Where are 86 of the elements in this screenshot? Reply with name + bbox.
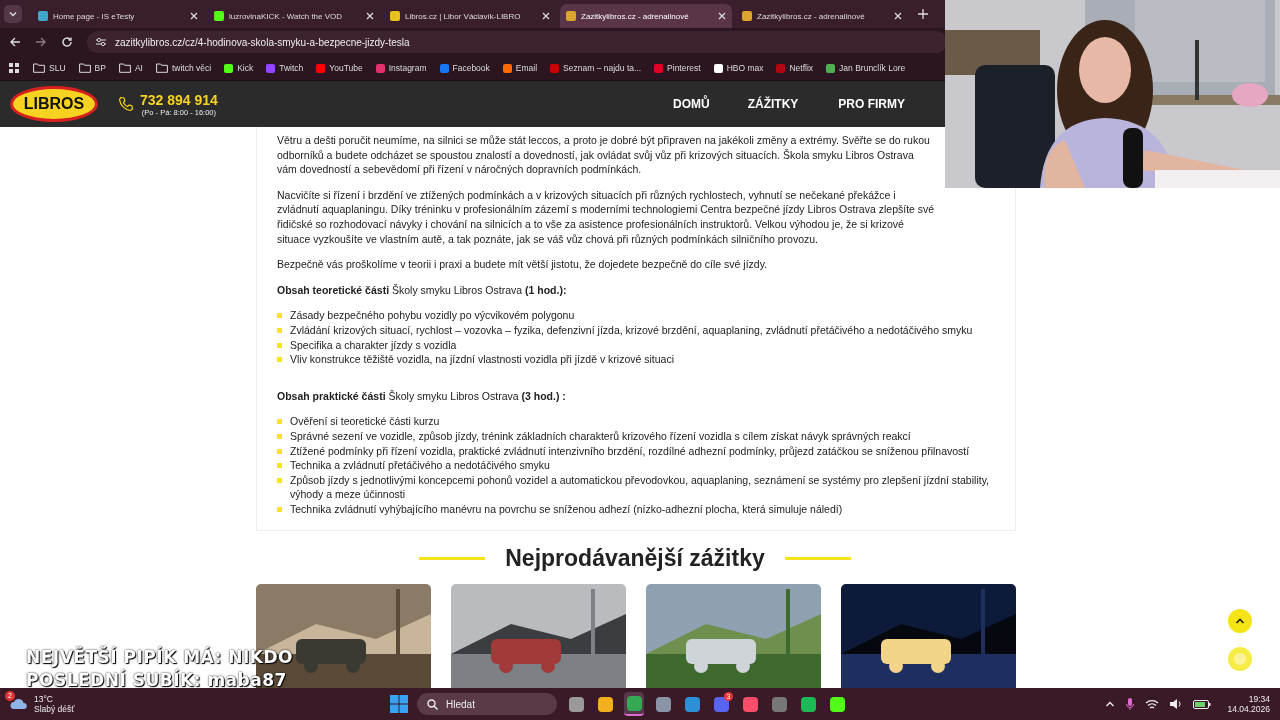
scroll-top-button[interactable]: [1228, 609, 1252, 633]
tab-list-button[interactable]: [4, 5, 22, 23]
close-icon[interactable]: [366, 12, 374, 20]
wifi-icon[interactable]: [1145, 698, 1160, 710]
paragraph: Nacvičíte si řízení i brzdění ve ztížených podmínkách a v krizových situacích při různých rychlostech, vyhnutí se nečekané překážce i zvládnutí aquaplaningu. Díky tréninku v profesionálním zázemí s moderními technologiemi Centra bezpečné jízdy Libros Ostrava zlepšíte své řidičské so rozhodovací návyky i chování na silnicích a to vše za asistence profesionálních instruktorů. Velkou výhodou je, že si krizové situace vyzkoušíte ve vlastním autě, a tak poznáte, jak se váš vůz chová při různých podmínkách silničního provozu.: [277, 187, 936, 247]
list-item: Vliv konstrukce těžiště vozidla, na jízdní vlastnosti vozidla při jízdě v krizové situaci: [290, 352, 674, 367]
phone-number[interactable]: 732 894 914: [140, 91, 218, 108]
new-tab-icon[interactable]: [918, 9, 928, 19]
bookmark[interactable]: AI: [118, 63, 143, 73]
browser-tab[interactable]: Home page - IS eTesty: [32, 4, 204, 28]
list-item: Správné sezení ve vozidle, způsob jízdy, trénink základních charakterů krizového řízení vozidla s cílem získat návyk správných reakcí: [290, 428, 911, 444]
paragraph: Větru a dešti poručit neumíme, na silnici se může stát leccos, a proto je dobré být připraven na jakékoli změny a extrémy. Svěřte se do rukou odborníků a budete odcházet se spoustou znalostí a dovedností, jak ovládat svůj vůz při krizových situacích. Škola smyku Libros Ostrava vám dovedností a sebevědomí při řízení v náročných dopravních podmínkách.: [277, 133, 931, 177]
bookmark[interactable]: YouTube: [316, 63, 363, 73]
caret-icon: [8, 9, 18, 19]
bullet-icon: [277, 448, 282, 454]
back-icon[interactable]: [9, 36, 21, 48]
tune-icon[interactable]: [95, 36, 107, 48]
paragraph: Bezpečně vás proškolíme v teorii i praxi a budete mít větší jistotu, že dojedete bezpečně do cíle své jízdy.: [277, 257, 769, 272]
bookmark[interactable]: Kick: [224, 63, 254, 73]
search-field[interactable]: Hledat: [417, 693, 557, 715]
bullet-icon: [277, 477, 282, 483]
reload-icon[interactable]: [61, 36, 73, 48]
bookmark[interactable]: SLU: [33, 63, 66, 73]
bookmark[interactable]: Email: [502, 63, 538, 73]
bullet-icon: [277, 463, 282, 469]
list-item: Zvládání krizových situací, rychlost – vozovka – fyzika, defenzivní jízda, krizové brzdění, aquaplaning, zvládnutí přetáčivého a nedotáčivého smyku: [290, 322, 973, 338]
bullet-icon: [277, 357, 282, 363]
close-icon[interactable]: [718, 12, 726, 20]
microphone-icon[interactable]: [1125, 697, 1136, 711]
section-heading: Obsah teoretické části Školy smyku Libros Ostrava (1 hod.):: [277, 282, 568, 298]
browser-tab[interactable]: luzrovinaKICK - Watch the VOD: [208, 4, 380, 28]
volume-icon[interactable]: [1169, 698, 1184, 710]
apps-grid-icon[interactable]: [9, 62, 20, 74]
list-item: Způsob jízdy s jednotlivými koncepcemi pohonů vozidel a automatickou převodovkou, aquaplaning, seznámení se systémy pro zlepšení jízdní stability, výhody a meze účinnosti: [290, 472, 990, 502]
section-heading: Obsah praktické části Školy smyku Libros Ostrava (3 hod.) :: [277, 388, 567, 404]
chat-icon: [1234, 653, 1246, 665]
bookmark[interactable]: Netflix: [776, 63, 814, 73]
bullet-icon: [277, 342, 282, 348]
browser-tab[interactable]: Zazitkylibros.cz - adrenalinové: [736, 4, 908, 28]
nav-link[interactable]: DOMŮ: [673, 97, 710, 111]
list-item: Technika a zvládnutí přetáčivého a nedotáčivého smyku: [290, 458, 550, 473]
cloud-icon: [10, 696, 28, 710]
bookmark[interactable]: Facebook: [439, 63, 490, 73]
folder-icon: [78, 63, 91, 73]
bullet-icon: [277, 433, 282, 439]
bullet-icon: [277, 419, 282, 425]
bookmark[interactable]: Pinterest: [654, 63, 701, 73]
folder-icon: [33, 63, 45, 73]
search-icon: [427, 698, 438, 710]
bullet-icon: [277, 327, 282, 333]
bookmark[interactable]: twitch věci: [155, 63, 212, 73]
folder-icon: [118, 63, 131, 73]
battery-icon[interactable]: [1193, 698, 1212, 710]
chevron-up-icon: [1235, 616, 1245, 626]
folder-icon: [155, 63, 168, 73]
list-item: Ověření si teoretické části kurzu: [290, 414, 440, 429]
nav-link[interactable]: ZÁŽITKY: [747, 97, 799, 111]
bookmark[interactable]: Seznam – najdu ta...: [550, 63, 642, 73]
close-icon[interactable]: [542, 12, 550, 20]
address-field[interactable]: zazitkylibros.cz/cz/4-hodinova-skola-smyku-a-bezpecne-jizdy-tesla: [87, 31, 947, 53]
bookmark[interactable]: BP: [78, 63, 106, 73]
phone-icon: [118, 96, 134, 112]
browser-tab[interactable]: Zazitkylibros.cz - adrenalinové: [560, 4, 732, 28]
bullet-icon: [277, 313, 282, 319]
temperature: 13°C: [34, 694, 54, 704]
nav-link[interactable]: PRO FIRMY: [838, 97, 905, 111]
browser-tab[interactable]: Libros.cz | Libor Václavík-LIBRO: [384, 4, 556, 28]
close-icon[interactable]: [190, 12, 198, 20]
close-icon[interactable]: [894, 12, 902, 20]
chevron-up-icon[interactable]: [1105, 699, 1116, 709]
bookmark[interactable]: Instagram: [375, 63, 427, 73]
forward-icon[interactable]: [35, 36, 47, 48]
bullet-icon: [277, 506, 282, 512]
weather-condition: Slabý déšť: [34, 704, 75, 714]
list-item: Specifika a charakter jízdy s vozidla: [290, 337, 457, 353]
list-item: Zásady bezpečného pohybu vozidly po výcvikovém polygonu: [290, 308, 575, 323]
logo[interactable]: LIBROS: [10, 86, 98, 122]
list-item: Ztížené podmínky při řízení vozidla, praktické zvládnutí intenzivního brzdění, rozdílné adhezní podmínky, průjezd zatáčkou se sníženou přilnavostí: [290, 443, 970, 459]
bookmark[interactable]: Twitch: [266, 63, 304, 73]
clock-date[interactable]: 14.04.2026: [1227, 704, 1270, 714]
start-icon[interactable]: [390, 695, 408, 713]
list-item: Technika zvládnutí vyhýbajícího manévru na povrchu se sníženou adhezí (nízko-adhezní plocha, která simuluje náledí): [290, 501, 843, 517]
clock-time[interactable]: 19:34: [1248, 694, 1270, 704]
section-title: Nejprodávanější zážitky: [505, 545, 765, 573]
bookmark[interactable]: Jan Brunclík Lore: [826, 63, 906, 73]
bookmark[interactable]: HBO max: [713, 63, 764, 73]
